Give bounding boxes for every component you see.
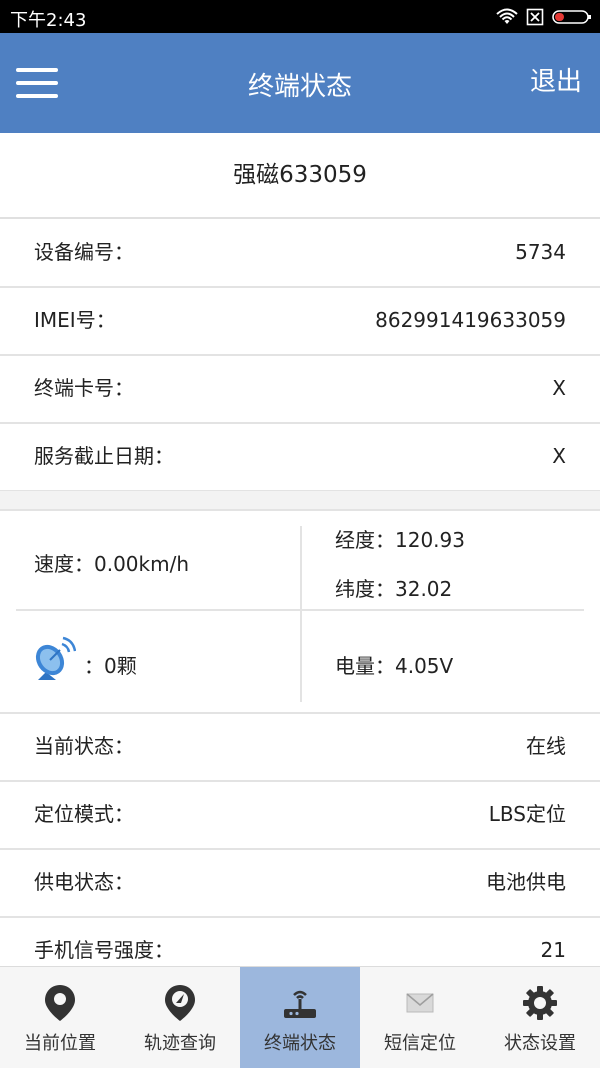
status-row-power: 供电状态： 电池供电 [0,849,600,918]
grid-divider [300,526,302,702]
gear-icon [523,986,557,1020]
status-icons [496,6,592,28]
track-pin-icon [165,985,195,1021]
row-value: 5734 [515,240,566,264]
row-label: 当前状态： [34,734,134,758]
tab-sms-location[interactable]: 短信定位 [360,967,480,1068]
status-time: 下午2:43 [10,10,87,31]
info-row-device-id: 设备编号： 5734 [0,219,600,288]
row-value: 在线 [526,734,566,758]
tab-label: 状态设置 [504,1033,576,1054]
tab-track-query[interactable]: 轨迹查询 [120,967,240,1068]
row-value: 862991419633059 [375,308,566,332]
row-label: 定位模式： [34,802,134,826]
device-name: 强磁633059 [0,133,600,219]
tab-label: 当前位置 [24,1033,96,1054]
bottom-nav: 当前位置 轨迹查询 终端状态 短信定位 状态设置 [0,966,600,1068]
row-value: 电池供电 [486,870,566,894]
tab-current-location[interactable]: 当前位置 [0,967,120,1068]
wifi-icon [496,8,518,24]
longitude-value: 经度：120.93 [335,528,465,552]
envelope-icon [406,993,434,1013]
row-label: 终端卡号： [34,376,134,400]
satellite-dish-icon [35,636,76,680]
logout-button[interactable]: 退出 [530,61,582,98]
row-label: 设备编号： [34,240,134,264]
row-value: X [552,444,566,468]
tab-label: 轨迹查询 [144,1033,216,1054]
info-row-service-expiry: 服务截止日期： X [0,423,600,492]
status-bar: 下午2:43 [0,0,600,33]
status-row-location-mode: 定位模式： LBS定位 [0,781,600,850]
status-row-current: 当前状态： 在线 [0,713,600,782]
info-row-imei: IMEI号： 862991419633059 [0,287,600,356]
location-pin-icon [45,985,75,1021]
tab-label: 短信定位 [384,1033,456,1054]
row-label: 供电状态： [34,870,134,894]
terminal-icon [284,990,316,1018]
speed-value: 速度：0.00km/h [34,552,190,576]
tab-status-settings[interactable]: 状态设置 [480,967,600,1068]
row-label: IMEI号： [34,308,116,332]
grid-divider [16,609,584,611]
app-bar: 终端状态 退出 [0,33,600,133]
section-divider [0,491,600,511]
row-value: LBS定位 [488,802,566,826]
telemetry-grid: 速度：0.00km/h 经度：120.93 纬度：32.02 ：0颗 电量：4.… [0,510,600,714]
row-label: 服务截止日期： [34,444,174,468]
battery-icon [552,10,591,24]
battery-voltage: 电量：4.05V [335,654,454,678]
tab-label: 终端状态 [264,1033,336,1054]
info-row-sim: 终端卡号： X [0,355,600,424]
satellite-count: ：0颗 [84,654,137,678]
page-title: 终端状态 [247,72,352,102]
tab-terminal-status[interactable]: 终端状态 [240,967,360,1068]
no-sim-icon [526,8,544,26]
latitude-value: 纬度：32.02 [335,577,453,601]
row-value: X [552,376,566,400]
